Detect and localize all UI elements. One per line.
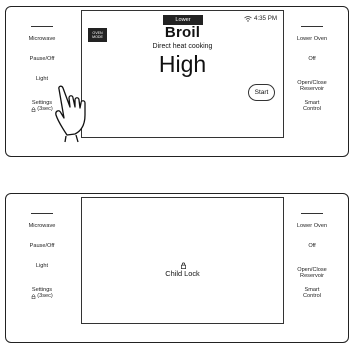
settings-duration: (3sec) — [37, 106, 53, 112]
pause-off-button[interactable]: Pause/Off — [10, 243, 74, 263]
child-lock-message: Child Lock — [165, 269, 200, 278]
off-button[interactable]: Off — [280, 243, 344, 263]
lock-icon — [31, 294, 36, 299]
off-button[interactable]: Off — [280, 56, 344, 76]
smart-control-button[interactable]: Smart Control — [280, 283, 344, 303]
wifi-icon — [244, 15, 252, 22]
settings-duration: (3sec) — [37, 293, 53, 299]
main-display: Child Lock — [81, 197, 284, 324]
light-button[interactable]: Light — [10, 263, 74, 283]
cooking-mode-title: Broil — [164, 24, 201, 41]
divider-line — [301, 26, 323, 27]
divider-line — [301, 213, 323, 214]
lock-icon — [181, 262, 186, 269]
microwave-button[interactable]: Microwave — [10, 36, 74, 56]
open-close-reservoir-button[interactable]: Open/Close Reservoir — [280, 76, 344, 96]
right-button-column: Lower Oven Off Open/Close Reservoir Smart… — [277, 199, 347, 325]
divider-line — [31, 213, 53, 214]
settings-button[interactable]: Settings (3sec) — [10, 283, 74, 303]
lower-oven-button[interactable]: Lower Oven — [280, 36, 344, 56]
lower-oven-button[interactable]: Lower Oven — [280, 223, 344, 243]
divider-line — [31, 26, 53, 27]
control-panel-bottom: Microwave Pause/Off Light Settings (3sec… — [5, 193, 349, 343]
clock-time: 4:35 PM — [253, 15, 277, 22]
microwave-button[interactable]: Microwave — [10, 223, 74, 243]
right-button-column: Lower Oven Off Open/Close Reservoir Smart… — [277, 12, 347, 139]
lock-icon — [31, 107, 36, 112]
start-button[interactable]: Start — [248, 84, 275, 101]
smart-control-button[interactable]: Smart Control — [280, 96, 344, 116]
main-display: Lower OVEN MODE 4:35 PM Broil Direct hea… — [81, 10, 284, 138]
hand-pointer-icon — [55, 85, 86, 143]
status-bar: 4:35 PM — [244, 15, 277, 22]
pause-off-button[interactable]: Pause/Off — [10, 56, 74, 76]
setting-value[interactable]: High — [82, 51, 283, 78]
cooking-mode-subtitle: Direct heat cooking — [152, 43, 213, 50]
open-close-reservoir-button[interactable]: Open/Close Reservoir — [280, 263, 344, 283]
left-button-column: Microwave Pause/Off Light Settings (3sec… — [7, 199, 77, 325]
